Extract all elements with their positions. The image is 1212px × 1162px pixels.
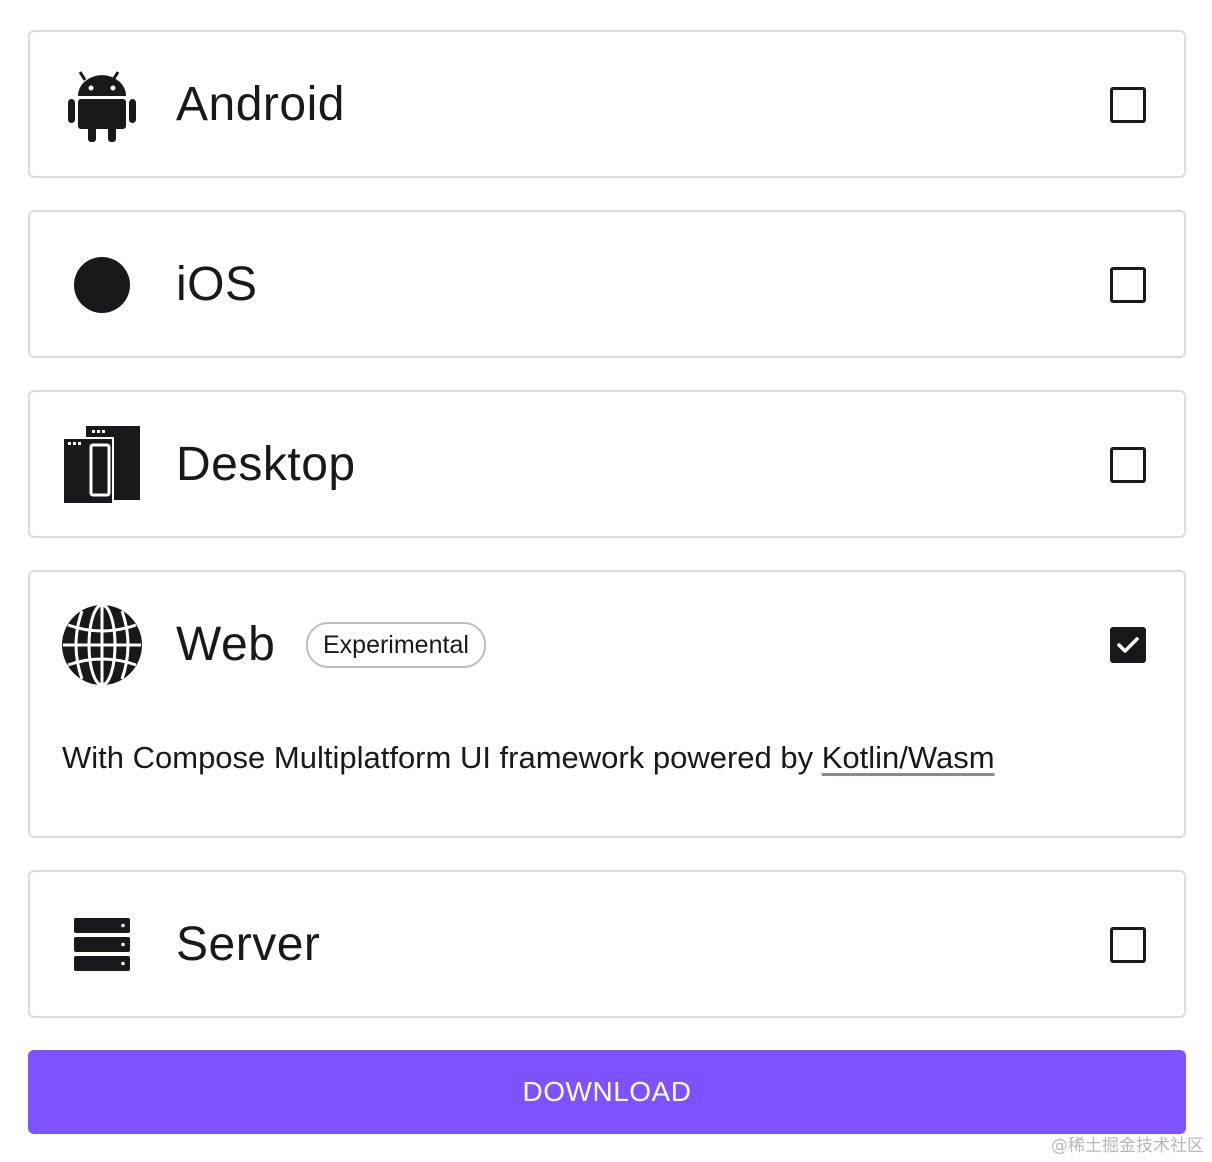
web-description-text: With Compose Multiplatform UI framework …: [62, 740, 822, 775]
platform-card-header: Desktop: [30, 392, 1184, 538]
platform-card-android[interactable]: Android: [28, 30, 1186, 178]
android-icon: [60, 63, 144, 147]
globe-icon: [60, 603, 144, 687]
platform-card-ios[interactable]: iOS: [28, 210, 1186, 358]
platform-card-server[interactable]: Server: [28, 870, 1186, 1018]
experimental-badge: Experimental: [306, 622, 486, 668]
platform-card-header: iOS: [30, 212, 1184, 358]
platform-checkbox-ios[interactable]: [1110, 267, 1146, 303]
platform-card-web[interactable]: Web Experimental With Compose Multiplatf…: [28, 570, 1186, 838]
platform-card-header: Server: [30, 872, 1184, 1018]
kotlin-wasm-link[interactable]: Kotlin/Wasm: [822, 740, 995, 775]
platform-card-header: Web Experimental: [30, 572, 1184, 718]
checkmark-icon: [1117, 637, 1139, 653]
platform-label: Server: [176, 918, 321, 971]
platform-checkbox-desktop[interactable]: [1110, 447, 1146, 483]
platform-label: Android: [176, 78, 345, 131]
platform-card-header: Android: [30, 32, 1184, 178]
platform-checkbox-android[interactable]: [1110, 87, 1146, 123]
platform-card-desktop[interactable]: Desktop: [28, 390, 1186, 538]
download-button[interactable]: DOWNLOAD: [28, 1050, 1186, 1134]
desktop-icon: [60, 423, 144, 507]
platform-label: Web: [176, 618, 276, 671]
platform-label: iOS: [176, 258, 258, 311]
server-icon: [60, 903, 144, 987]
watermark: @稀土掘金技术社区: [1051, 1136, 1204, 1156]
platform-label: Desktop: [176, 438, 356, 491]
platform-checkbox-server[interactable]: [1110, 927, 1146, 963]
web-description: With Compose Multiplatform UI framework …: [62, 740, 995, 776]
apple-icon: [60, 243, 144, 327]
platform-checkbox-web[interactable]: [1110, 627, 1146, 663]
